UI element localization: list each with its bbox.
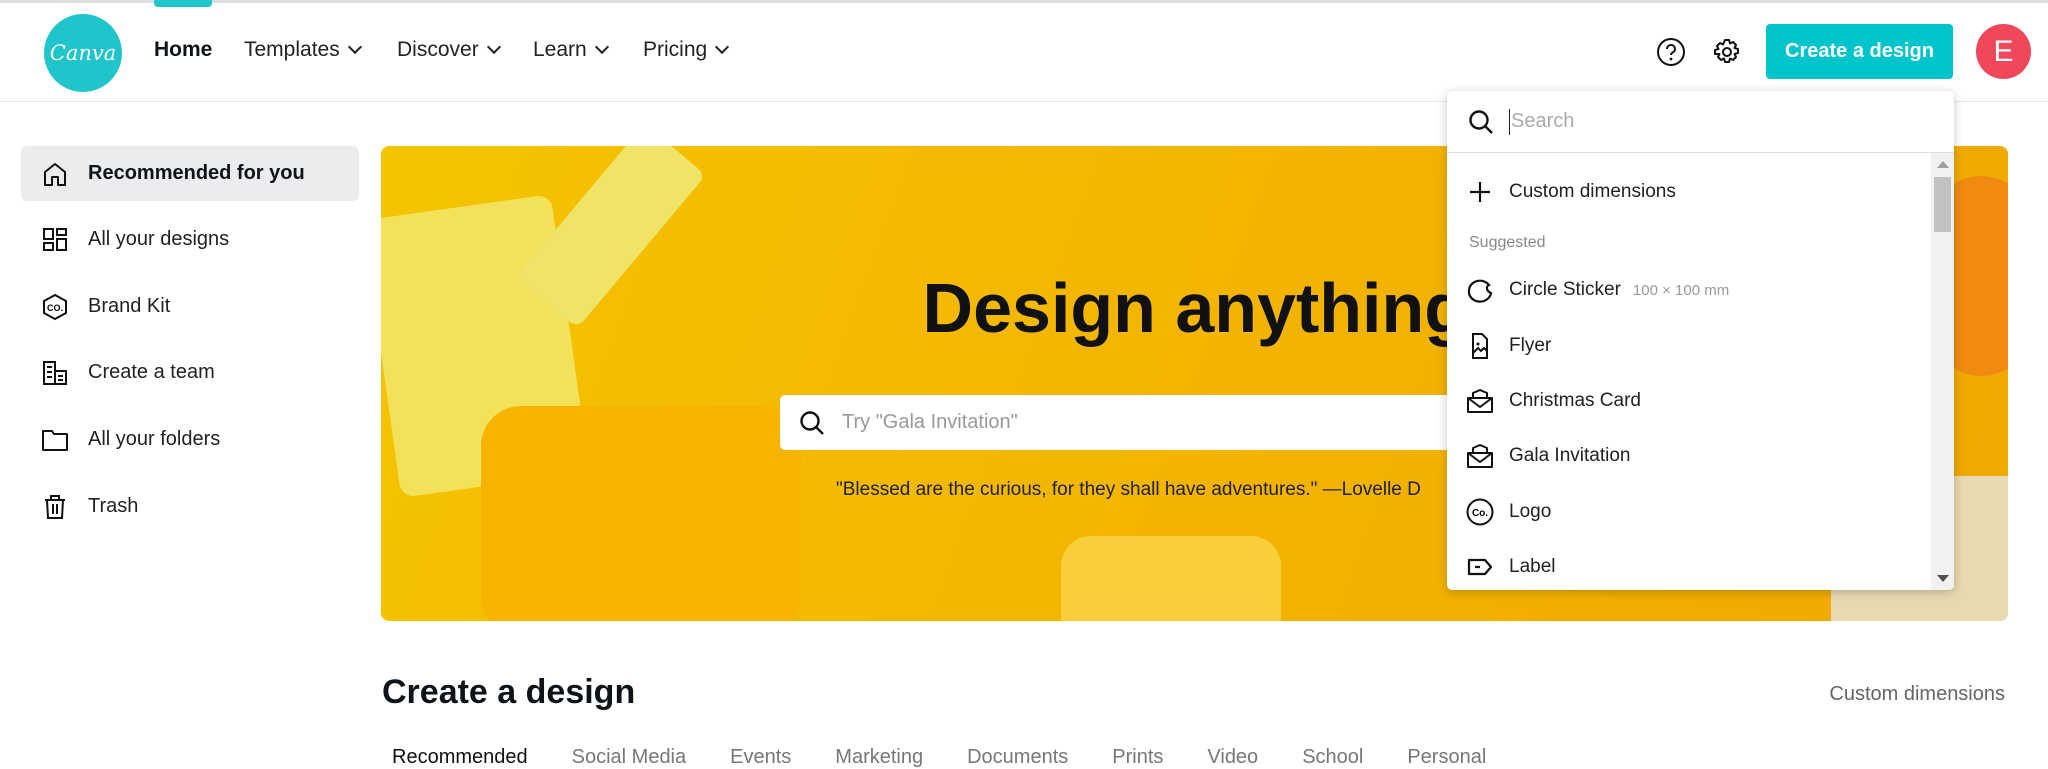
help-icon[interactable] [1656, 37, 1686, 67]
header: Canva Home Templates Discover Learn Pric… [0, 0, 2048, 102]
chevron-down-icon [486, 39, 501, 55]
plus-icon [1470, 182, 1490, 202]
create-design-heading: Create a design [382, 673, 636, 711]
svg-text:Co.: Co. [1472, 508, 1488, 519]
nav-learn[interactable]: Learn [533, 38, 609, 62]
hero-decoration-object [1061, 536, 1281, 621]
hero-search-input[interactable]: Try "Gala Invitation" [780, 395, 1540, 450]
sidebar-item-label: Trash [88, 495, 139, 517]
circle-sticker-label: Circle Sticker [1509, 279, 1621, 300]
custom-dimensions-item[interactable]: Custom dimensions [1447, 167, 1929, 217]
flyer-icon [1472, 333, 1488, 359]
category-tabs: Recommended Social Media Events Marketin… [392, 746, 1486, 769]
tab-school[interactable]: School [1302, 746, 1363, 769]
sidebar-item-label: All your designs [88, 228, 230, 250]
sidebar-item-label: Create a team [88, 361, 215, 383]
suggestion-logo[interactable]: Co. Logo [1447, 487, 1929, 537]
chevron-down-icon [594, 39, 609, 55]
suggestion-label: Circle Sticker 100 × 100 mm [1509, 279, 1729, 301]
svg-text:CO.: CO. [47, 303, 63, 313]
nav-home[interactable]: Home [154, 38, 212, 62]
sidebar-item-label: All your folders [88, 428, 221, 450]
scroll-down-arrow-icon[interactable] [1937, 575, 1949, 582]
text-cursor [1509, 108, 1510, 135]
chevron-down-icon [715, 39, 730, 55]
suggestion-label[interactable]: Label [1447, 542, 1929, 590]
nav-templates-label: Templates [244, 38, 340, 61]
suggestion-flyer[interactable]: Flyer [1447, 321, 1929, 371]
avatar[interactable]: E [1976, 24, 2031, 79]
trash-icon [45, 494, 65, 519]
invitation-icon [1467, 444, 1493, 468]
suggestion-gala-invitation[interactable]: Gala Invitation [1447, 431, 1929, 481]
suggestion-label: Gala Invitation [1509, 445, 1631, 466]
nav-pricing[interactable]: Pricing [643, 38, 730, 62]
label-icon [1467, 558, 1493, 576]
create-design-dropdown: Custom dimensions Suggested Circle Stick… [1447, 91, 1954, 590]
suggestion-circle-sticker[interactable]: Circle Sticker 100 × 100 mm [1447, 265, 1929, 315]
custom-dimensions-label: Custom dimensions [1509, 181, 1676, 202]
search-icon [800, 410, 824, 435]
nav-discover[interactable]: Discover [397, 38, 501, 62]
chevron-down-icon [347, 39, 362, 55]
sidebar-item-create-team[interactable]: Create a team [21, 345, 359, 400]
suggestion-christmas-card[interactable]: Christmas Card [1447, 376, 1929, 426]
tab-documents[interactable]: Documents [967, 746, 1068, 769]
gear-icon[interactable] [1712, 37, 1742, 67]
suggestion-label-text: Label [1509, 556, 1556, 577]
sidebar-item-all-designs[interactable]: All your designs [21, 212, 359, 267]
circle-sticker-dimensions: 100 × 100 mm [1632, 282, 1730, 299]
brand-kit-icon: CO. [43, 293, 67, 320]
tab-recommended[interactable]: Recommended [392, 746, 528, 769]
grid-icon [43, 227, 67, 251]
custom-dimensions-link[interactable]: Custom dimensions [1829, 683, 2005, 706]
sidebar-item-label: Recommended for you [88, 162, 305, 184]
sidebar-item-trash[interactable]: Trash [21, 479, 359, 534]
suggestion-label: Logo [1509, 501, 1552, 522]
search-icon [1469, 109, 1493, 134]
nav-home-label: Home [154, 38, 213, 61]
tab-social-media[interactable]: Social Media [572, 746, 687, 769]
tab-events[interactable]: Events [730, 746, 791, 769]
dropdown-search[interactable] [1447, 91, 1954, 153]
tab-marketing[interactable]: Marketing [835, 746, 923, 769]
active-nav-indicator [154, 0, 212, 7]
building-icon [43, 360, 67, 385]
sidebar-item-label: Brand Kit [88, 295, 171, 317]
hero-decoration-binoculars [481, 406, 801, 621]
hero-quote: "Blessed are the curious, for they shall… [836, 479, 1421, 500]
sidebar-item-folders[interactable]: All your folders [21, 412, 359, 467]
tab-personal[interactable]: Personal [1407, 746, 1486, 769]
canva-logo[interactable]: Canva [44, 14, 122, 92]
suggestion-label: Christmas Card [1509, 390, 1641, 411]
nav-pricing-label: Pricing [643, 38, 708, 61]
folder-icon [42, 429, 68, 451]
scroll-up-arrow-icon[interactable] [1937, 161, 1949, 168]
suggested-heading: Suggested [1469, 234, 1546, 251]
tab-prints[interactable]: Prints [1112, 746, 1163, 769]
home-icon [44, 162, 66, 186]
nav-templates[interactable]: Templates [244, 38, 362, 62]
logo-icon: Co. [1466, 498, 1494, 526]
card-icon [1467, 389, 1493, 413]
hero-search-placeholder: Try "Gala Invitation" [842, 411, 1018, 433]
sidebar-item-recommended[interactable]: Recommended for you [21, 146, 359, 201]
dropdown-search-input[interactable] [1511, 110, 1891, 133]
suggestion-label: Flyer [1509, 335, 1552, 356]
scrollbar-thumb[interactable] [1934, 177, 1951, 232]
create-design-button[interactable]: Create a design [1766, 24, 1953, 79]
sidebar-item-brand-kit[interactable]: CO. Brand Kit [21, 279, 359, 334]
circle-sticker-icon [1467, 279, 1493, 303]
tab-video[interactable]: Video [1207, 746, 1258, 769]
nav-discover-label: Discover [397, 38, 479, 61]
dropdown-scrollbar[interactable] [1931, 153, 1954, 590]
nav-learn-label: Learn [533, 38, 587, 61]
